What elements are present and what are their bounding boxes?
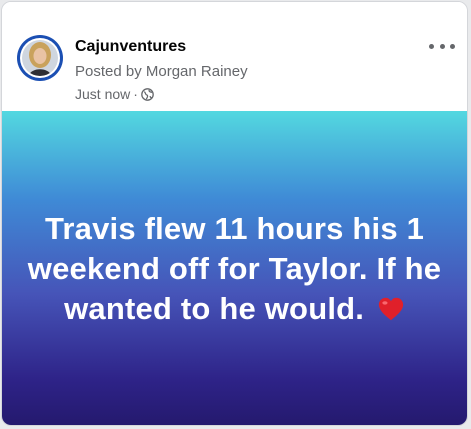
post-card: Cajunventures Posted by Morgan Rainey Ju… — [1, 1, 468, 426]
more-dot — [429, 43, 434, 49]
post-timestamp[interactable]: Just now — [75, 86, 130, 102]
meta-separator: · — [133, 86, 138, 102]
posted-by-label[interactable]: Posted by Morgan Rainey — [75, 63, 248, 80]
post-header: Cajunventures Posted by Morgan Rainey Ju… — [2, 2, 467, 111]
page-name[interactable]: Cajunventures — [75, 38, 186, 56]
heart-icon — [378, 297, 404, 321]
globe-icon[interactable] — [141, 87, 154, 101]
more-dot — [450, 43, 455, 49]
avatar-photo — [22, 40, 58, 76]
post-background[interactable]: Travis flew 11 hours his 1 weekend off f… — [2, 111, 467, 425]
more-options-icon[interactable] — [429, 39, 455, 53]
more-dot — [439, 43, 445, 49]
avatar[interactable] — [17, 35, 63, 81]
post-text-block: Travis flew 11 hours his 1 weekend off f… — [25, 209, 445, 329]
avatar-frame — [20, 38, 60, 78]
post-meta: Just now · — [75, 86, 154, 102]
